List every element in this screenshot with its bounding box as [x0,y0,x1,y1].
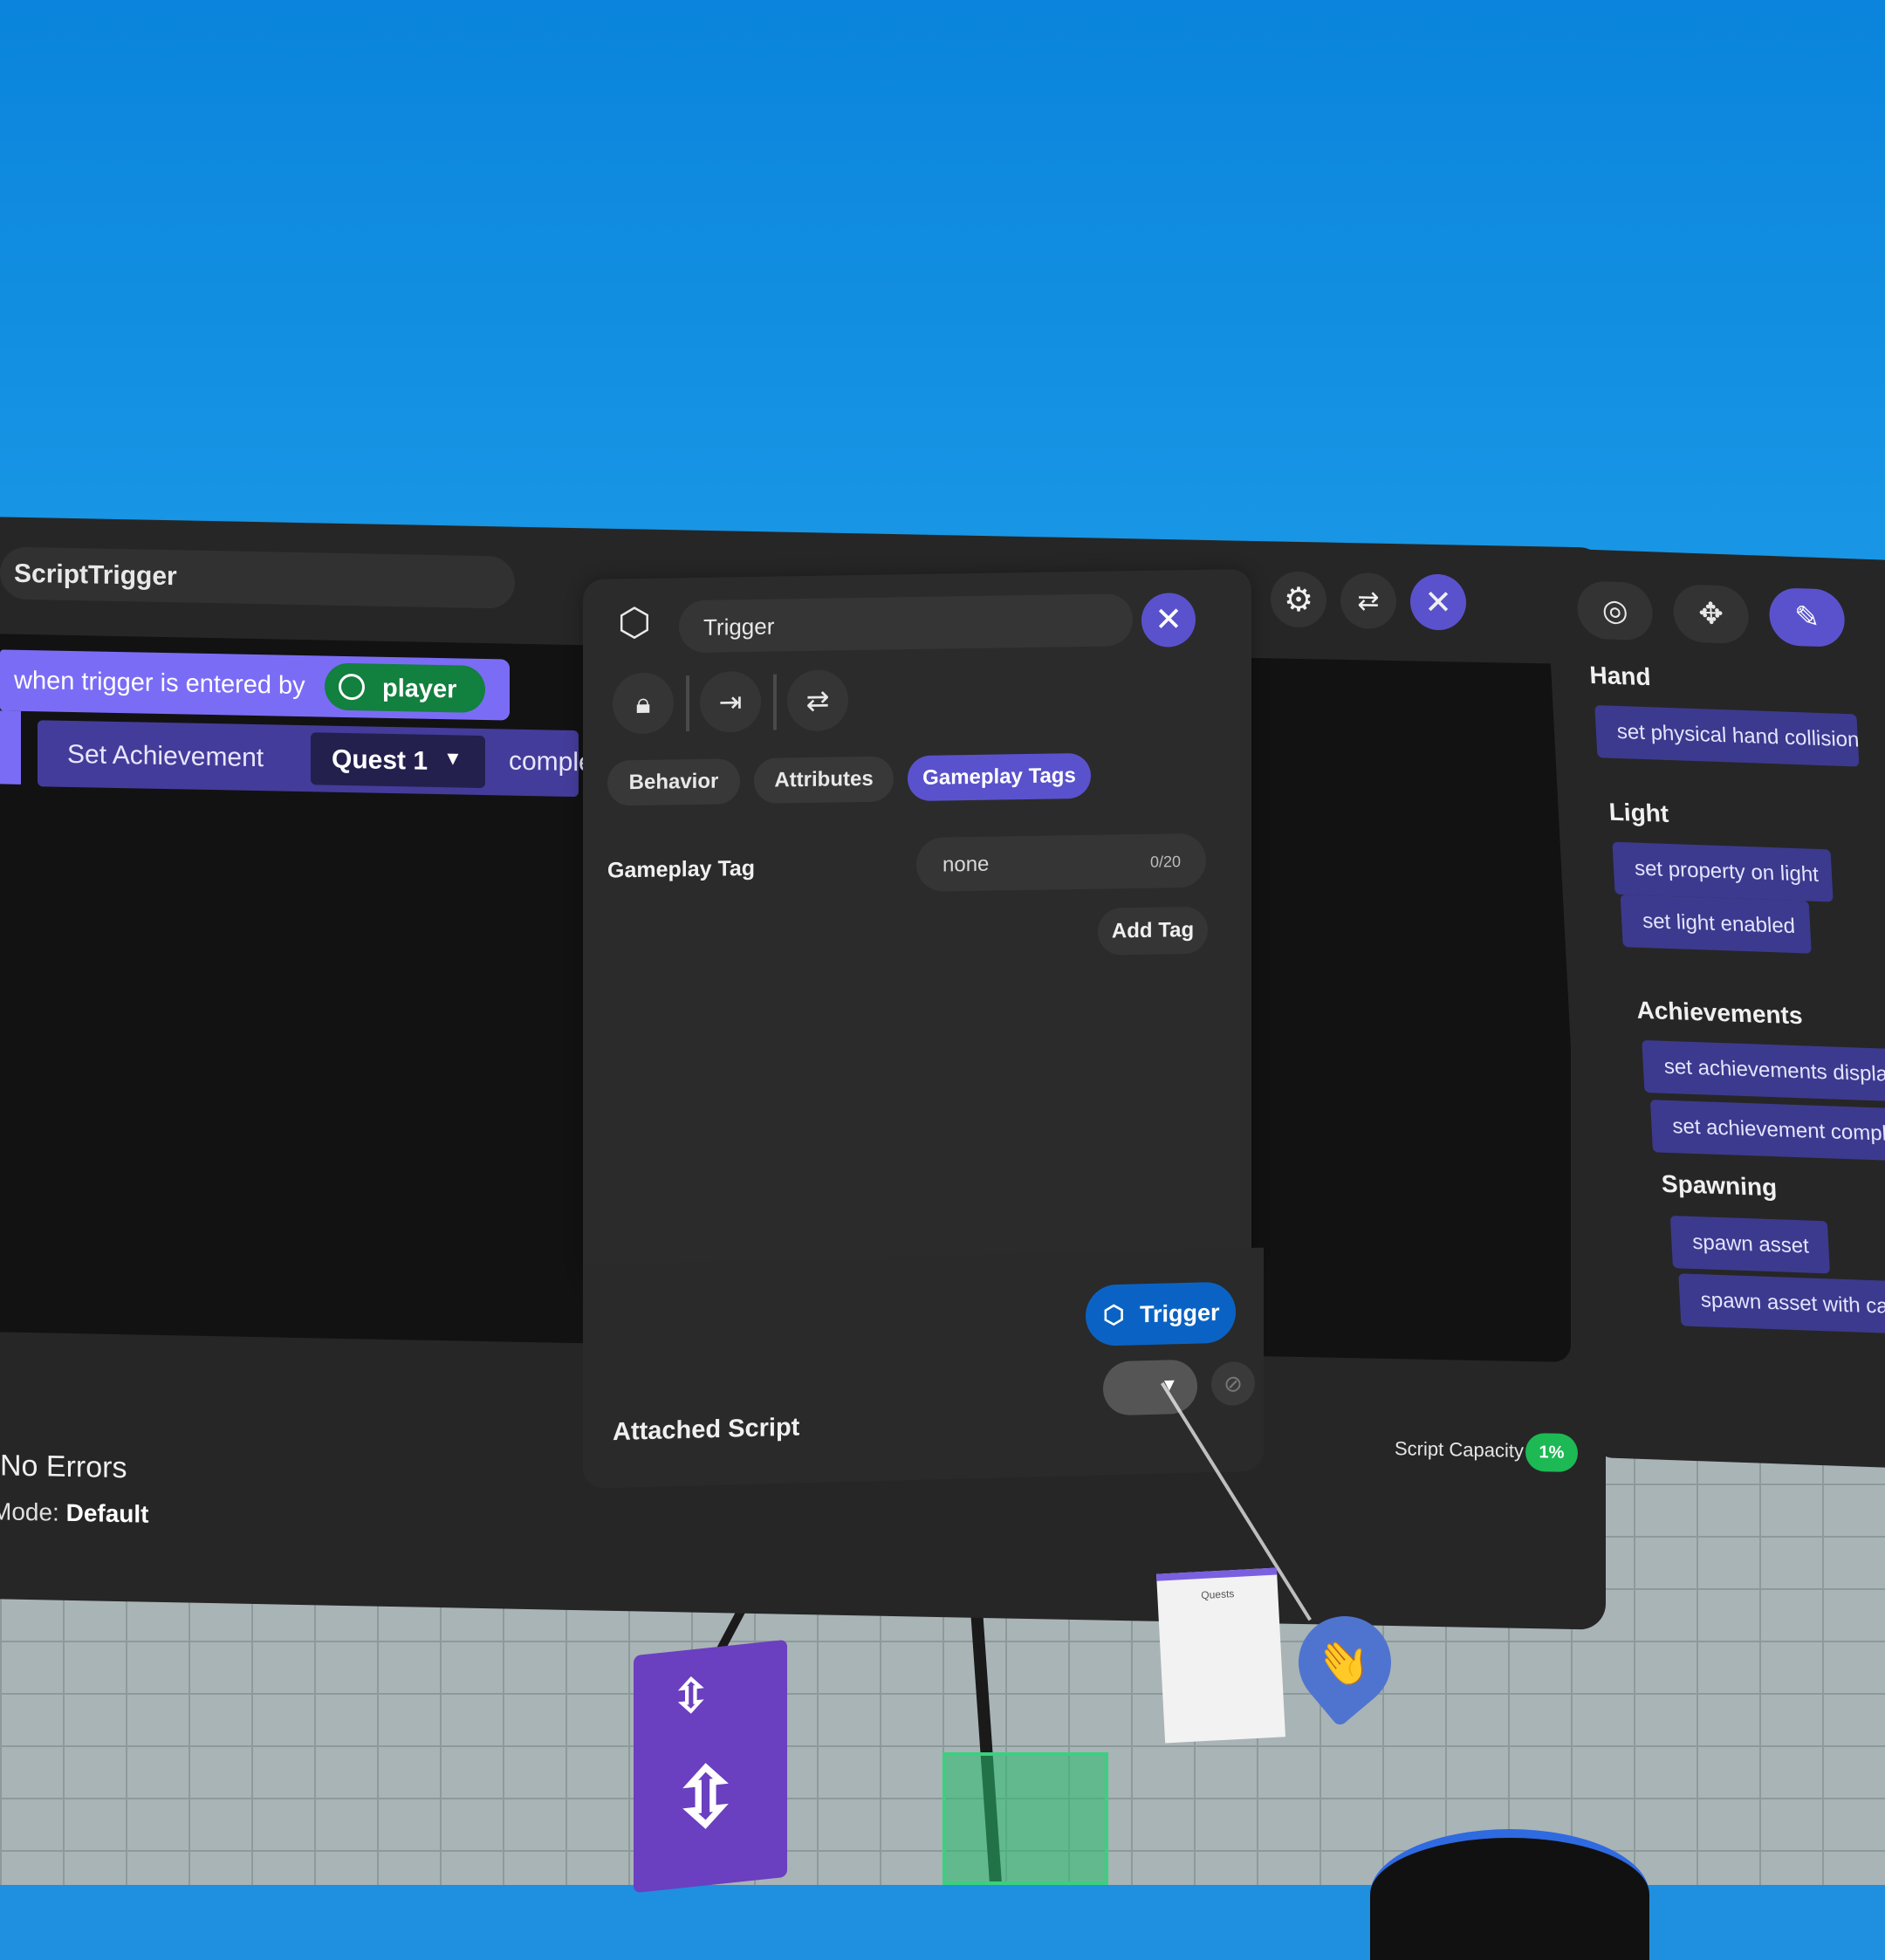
trigger-chip[interactable]: ⬡ Trigger [1086,1281,1236,1347]
object-name-field[interactable]: Trigger [679,593,1133,654]
event-block-stem [0,710,21,785]
script-cube-object[interactable]: ⇳ ⇳ [634,1639,787,1894]
palette-block[interactable]: set achievements displayed [1642,1039,1885,1103]
event-block[interactable]: when trigger is entered by player [0,649,510,721]
fingerprint-icon[interactable]: ◎ [1575,580,1655,641]
settings-gear-icon[interactable]: ⚙ [1271,571,1326,628]
swap-object-icon[interactable]: ⇄ [787,669,848,732]
script-capacity-badge: 1% [1525,1432,1578,1473]
attached-script-dropdown[interactable]: ▼ [1103,1359,1197,1416]
palette-block[interactable]: set light enabled [1620,894,1812,954]
player-avatar-icon [339,673,365,701]
mode-indicator: Mode: Default [0,1497,149,1528]
palette-block[interactable]: set physical hand collision [1594,705,1860,767]
palette-section-title: Spawning [1661,1169,1778,1202]
tab-behavior[interactable]: Behavior [607,758,740,806]
palette-block[interactable]: spawn asset with callback [1678,1273,1885,1336]
pin-icon[interactable]: ✎ [1767,586,1847,648]
palette-block[interactable]: set achievement complete [1649,1100,1885,1163]
vr-controller [1370,1829,1649,1960]
gameplay-tag-input[interactable]: none 0/20 [916,833,1206,892]
quest-dropdown[interactable]: Quest 1 ▼ [311,732,485,789]
action-block-label: Set Achievement [67,739,264,773]
properties-close-icon[interactable]: ✕ [1141,592,1196,648]
event-block-label: when trigger is entered by [14,666,305,701]
palette-section-title: Achievements [1635,996,1804,1030]
script-glyph-icon: ⇳ [672,1750,740,1847]
trigger-chip-label: Trigger [1140,1299,1220,1328]
code-block-palette: ◎ ✥ ✎ Hand set physical hand collision Lig… [1545,548,1885,1470]
detach-icon[interactable]: ⊘ [1211,1360,1255,1407]
quest-dropdown-value: Quest 1 [332,744,428,776]
swap-object-icon[interactable]: ⇄ [1340,572,1396,630]
object-properties-panel: ⬡ Trigger ✕ 🔒︎ ⇥ ⇄ Behavior Attributes G… [583,568,1251,1286]
action-block[interactable]: Set Achievement Quest 1 ▼ complete [38,720,615,798]
gameplay-tag-value: none [942,852,990,877]
quest-board-object[interactable]: Quests [1156,1567,1285,1744]
chevron-down-icon: ▼ [443,747,463,770]
mode-label: Mode: [0,1497,59,1526]
lock-icon[interactable]: 🔒︎ [613,672,674,735]
script-glyph-icon: ⇳ [672,1669,710,1724]
move-arrows-icon[interactable]: ✥ [1671,584,1751,645]
player-pill[interactable]: player [325,662,485,714]
gameplay-tag-count: 0/20 [1150,853,1182,871]
palette-section-title: Light [1607,798,1669,827]
toolbar-divider [686,675,689,732]
editor-close-icon[interactable]: ✕ [1410,573,1466,631]
cube-icon: ⬡ [1103,1300,1125,1329]
toolbar-divider [773,674,777,730]
gameplay-tag-label: Gameplay Tag [607,855,756,883]
script-name: ScriptTrigger [14,559,177,592]
palette-section-title: Hand [1588,661,1652,691]
tab-gameplay-tags[interactable]: Gameplay Tags [908,752,1091,802]
attach-icon[interactable]: ⇥ [700,670,761,733]
mode-value: Default [65,1498,149,1528]
cube-icon: ⬡ [617,600,652,645]
tab-attributes[interactable]: Attributes [754,756,894,804]
error-status: No Errors [0,1449,127,1485]
add-tag-button[interactable]: Add Tag [1098,906,1208,956]
attached-script-panel: ⬡ Trigger ▼ ⊘ Attached Script [583,1247,1264,1489]
script-capacity-label: Script Capacity [1395,1437,1524,1462]
palette-block[interactable]: set property on light [1612,841,1834,902]
script-name-field[interactable]: ScriptTrigger [0,546,515,609]
quest-board-title: Quests [1200,1587,1235,1602]
palette-block[interactable]: spawn asset [1669,1216,1830,1274]
attached-script-label: Attached Script [613,1413,800,1447]
object-name: Trigger [703,613,775,641]
player-pill-label: player [382,674,457,704]
trigger-volume-object[interactable] [942,1752,1108,1885]
